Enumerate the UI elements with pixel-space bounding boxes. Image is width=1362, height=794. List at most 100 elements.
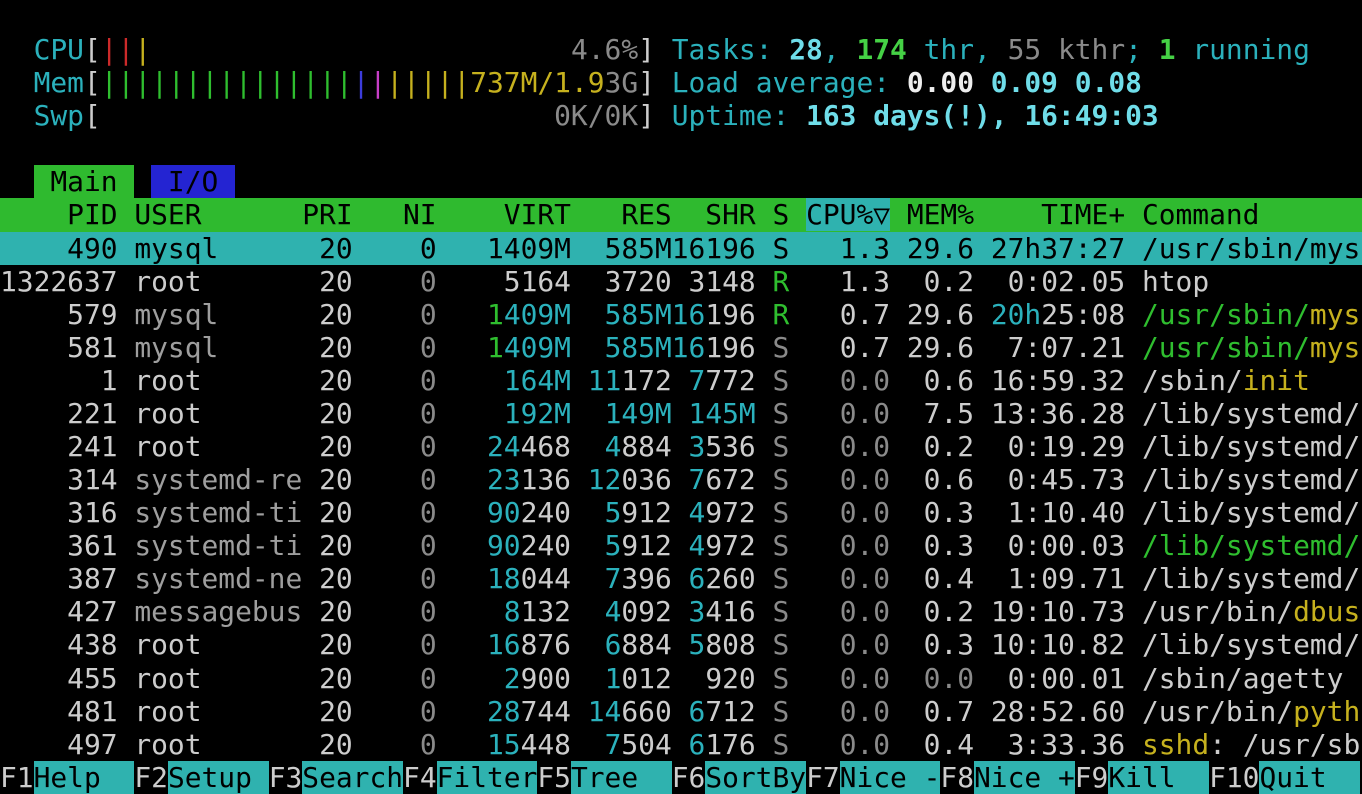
text-segment: [789, 595, 806, 628]
fkey-f5-label[interactable]: Tree: [571, 761, 672, 794]
text-segment: [756, 463, 773, 496]
column-header-user[interactable]: USER: [134, 198, 302, 231]
cell-cmd: /lib/systemd/: [1142, 529, 1360, 562]
fkey-f2[interactable]: F2: [134, 761, 168, 794]
fkey-f1-label[interactable]: Help: [34, 761, 135, 794]
column-header-shr[interactable]: SHR: [672, 198, 756, 231]
text-segment: [672, 695, 689, 728]
text-segment: [0, 232, 67, 265]
process-row[interactable]: 361 systemd-ti 20 0 90240 5912 4972 S 0.…: [0, 529, 1362, 562]
process-row[interactable]: 581 mysql 20 0 1409M 585M16196 S 0.7 29.…: [0, 331, 1362, 364]
tab-io[interactable]: I/O: [151, 165, 235, 198]
text-segment: [353, 397, 420, 430]
process-row[interactable]: 316 systemd-ti 20 0 90240 5912 4972 S 0.…: [0, 496, 1362, 529]
fkey-f10-label[interactable]: Quit: [1259, 761, 1360, 794]
process-row[interactable]: 1322637 root 20 0 5164 3720 3148 R 1.3 0…: [0, 265, 1362, 298]
cell-res: 884: [621, 430, 671, 463]
column-header-ni[interactable]: NI: [353, 198, 437, 231]
process-row[interactable]: 241 root 20 0 24468 4884 3536 S 0.0 0.2 …: [0, 430, 1362, 463]
column-header-pri[interactable]: PRI: [302, 198, 352, 231]
cell-res: 172: [621, 364, 671, 397]
text-segment: [218, 298, 302, 331]
process-row[interactable]: 455 root 20 0 2900 1012 920 S 0.0 0.0 0:…: [0, 662, 1362, 695]
process-row[interactable]: 490 mysql 20 0 1409M 585M16196 S 1.3 29.…: [0, 232, 1362, 265]
process-row[interactable]: 314 systemd-re 20 0 23136 12036 7672 S 0…: [0, 463, 1362, 496]
text-segment: [0, 562, 67, 595]
column-header-pid[interactable]: PID: [0, 198, 118, 231]
text-segment: [789, 232, 806, 265]
cell-s: S: [773, 662, 790, 695]
process-row[interactable]: 438 root 20 0 16876 6884 5808 S 0.0 0.3 …: [0, 628, 1362, 661]
cell-cmd: /usr/sbin/mys: [1142, 232, 1360, 265]
fkey-f8-label[interactable]: Nice +: [974, 761, 1075, 794]
cell-time: 1:10.40: [1008, 496, 1126, 529]
process-row[interactable]: 221 root 20 0 192M 149M 145M S 0.0 7.5 1…: [0, 397, 1362, 430]
text-segment: [0, 628, 67, 661]
column-header-virt[interactable]: VIRT: [487, 198, 571, 231]
cpu-meter-bracket-open: [: [84, 33, 101, 66]
fkey-f1[interactable]: F1: [0, 761, 34, 794]
text-segment: [202, 728, 303, 761]
fkey-f4-label[interactable]: Filter: [437, 761, 538, 794]
fkey-f3-label[interactable]: Search: [302, 761, 403, 794]
cell-cpu: 0.7: [840, 331, 890, 364]
text-segment: [437, 595, 487, 628]
cell-ni: 0: [420, 331, 437, 364]
cell-time: 16:59.32: [991, 364, 1125, 397]
cell-res: 912: [621, 529, 671, 562]
cell-res: 5: [605, 496, 622, 529]
fkey-f7[interactable]: F7: [806, 761, 840, 794]
text-segment: [353, 595, 420, 628]
fkey-f3[interactable]: F3: [269, 761, 303, 794]
text-segment: [974, 562, 1008, 595]
text-segment: [806, 430, 840, 463]
text-segment: [756, 562, 773, 595]
cell-shr: 196: [705, 298, 755, 331]
process-row[interactable]: 497 root 20 0 15448 7504 6176 S 0.0 0.4 …: [0, 728, 1362, 761]
text-segment: [0, 496, 67, 529]
fkey-f7-label[interactable]: Nice -: [840, 761, 941, 794]
column-header-mem[interactable]: MEM%: [890, 198, 974, 231]
cell-pid: 579: [67, 298, 117, 331]
cell-virt: 192M: [504, 397, 571, 430]
text-segment: [756, 397, 773, 430]
column-header-cmd[interactable]: Command: [1142, 198, 1360, 231]
cell-time: 28:52.60: [991, 695, 1125, 728]
tab-main[interactable]: Main: [34, 165, 135, 198]
fkey-f9-label[interactable]: Kill: [1108, 761, 1209, 794]
process-row[interactable]: 1 root 20 0 164M 11172 7772 S 0.0 0.6 16…: [0, 364, 1362, 397]
text-segment: [0, 397, 67, 430]
fkey-f10[interactable]: F10: [1209, 761, 1259, 794]
text-segment: [588, 265, 605, 298]
text-segment: 55 kthr: [1008, 33, 1126, 66]
text-segment: [353, 496, 420, 529]
fkey-f5[interactable]: F5: [537, 761, 571, 794]
text-segment: [0, 463, 67, 496]
cell-res: 3720: [605, 265, 672, 298]
fkey-f2-label[interactable]: Setup: [168, 761, 269, 794]
text-segment: [1125, 265, 1142, 298]
process-row[interactable]: 387 systemd-ne 20 0 18044 7396 6260 S 0.…: [0, 562, 1362, 595]
text-segment: [806, 595, 840, 628]
process-row[interactable]: 579 mysql 20 0 1409M 585M16196 R 0.7 29.…: [0, 298, 1362, 331]
text-segment: [756, 595, 773, 628]
text-segment: [806, 232, 840, 265]
fkey-f6-label[interactable]: SortBy: [705, 761, 806, 794]
cell-res: 4: [605, 595, 622, 628]
text-segment: [756, 496, 773, 529]
text-segment: [756, 695, 773, 728]
column-header-res[interactable]: RES: [588, 198, 672, 231]
fkey-f9[interactable]: F9: [1075, 761, 1109, 794]
column-header-cpu[interactable]: CPU%▽: [806, 198, 890, 231]
cell-shr: 4: [689, 529, 706, 562]
column-header-s[interactable]: S: [772, 198, 789, 231]
fkey-f6[interactable]: F6: [672, 761, 706, 794]
text-segment: [655, 33, 672, 66]
column-header-time[interactable]: TIME+: [974, 198, 1125, 231]
fkey-f4[interactable]: F4: [403, 761, 437, 794]
text-segment: [437, 232, 487, 265]
fkey-f8[interactable]: F8: [940, 761, 974, 794]
process-row[interactable]: 427 messagebus 20 0 8132 4092 3416 S 0.0…: [0, 595, 1362, 628]
process-row[interactable]: 481 root 20 0 28744 14660 6712 S 0.0 0.7…: [0, 695, 1362, 728]
cell-virt: 132: [521, 595, 571, 628]
